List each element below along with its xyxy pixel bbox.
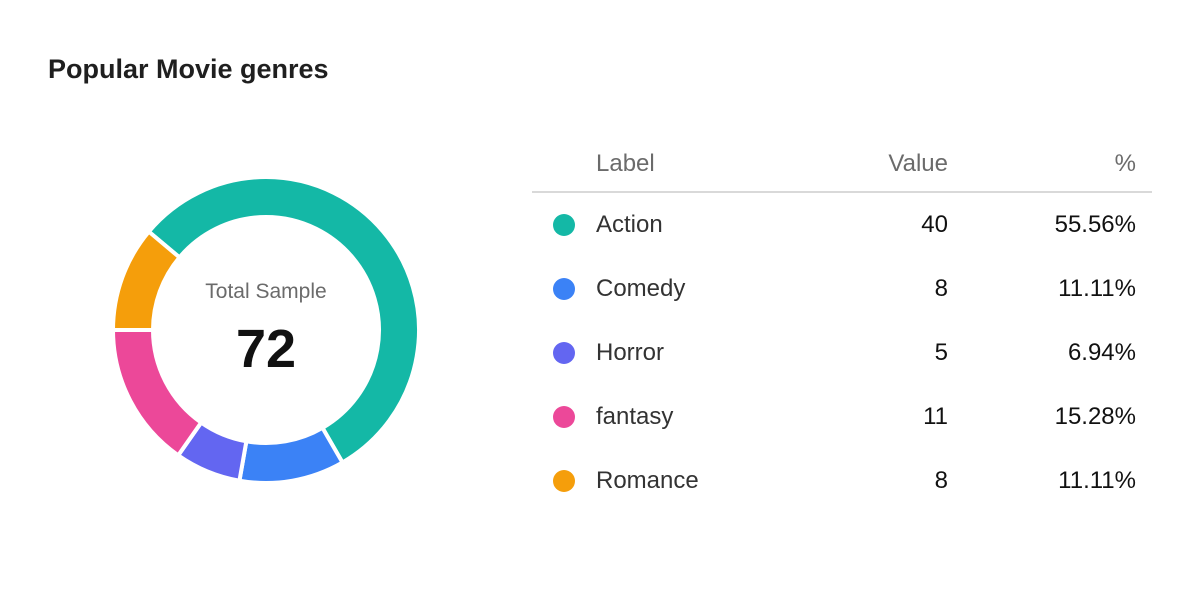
legend-swatch	[553, 214, 575, 236]
table-header: Label Value %	[532, 136, 1152, 193]
header-percent: %	[1114, 149, 1136, 177]
table-row: Action 40 55.56%	[532, 193, 1152, 257]
total-label: Total Sample	[205, 280, 327, 303]
total-value: 72	[235, 319, 297, 379]
table-row: fantasy 11 15.28%	[532, 385, 1152, 449]
legend-swatch	[553, 406, 575, 428]
row-percent: 55.56%	[1054, 211, 1136, 238]
row-label: fantasy	[596, 403, 674, 430]
header-label: Label	[596, 149, 655, 177]
table-row: Horror 5 6.94%	[532, 321, 1152, 385]
row-label: Action	[596, 211, 663, 238]
row-label: Horror	[596, 339, 665, 366]
legend-swatch	[553, 278, 575, 300]
row-label: Romance	[596, 467, 699, 494]
legend-table: Label Value % Action 40 55.56% Comedy 8 …	[532, 136, 1152, 513]
row-value: 8	[934, 275, 948, 302]
row-value: 8	[934, 467, 948, 494]
legend-swatch	[553, 470, 575, 492]
row-percent: 11.11%	[1058, 275, 1136, 302]
donut-slice-comedy	[237, 425, 346, 485]
row-percent: 11.11%	[1058, 467, 1136, 494]
row-percent: 6.94%	[1067, 339, 1136, 366]
table-row: Comedy 8 11.11%	[532, 257, 1152, 321]
legend-swatch	[553, 342, 575, 364]
table-row: Romance 8 11.11%	[532, 449, 1152, 513]
row-value: 5	[934, 339, 948, 366]
row-value: 40	[921, 211, 948, 238]
header-value: Value	[888, 149, 948, 177]
row-value: 11	[923, 403, 948, 430]
row-label: Comedy	[596, 275, 686, 302]
row-percent: 15.28%	[1054, 403, 1136, 430]
